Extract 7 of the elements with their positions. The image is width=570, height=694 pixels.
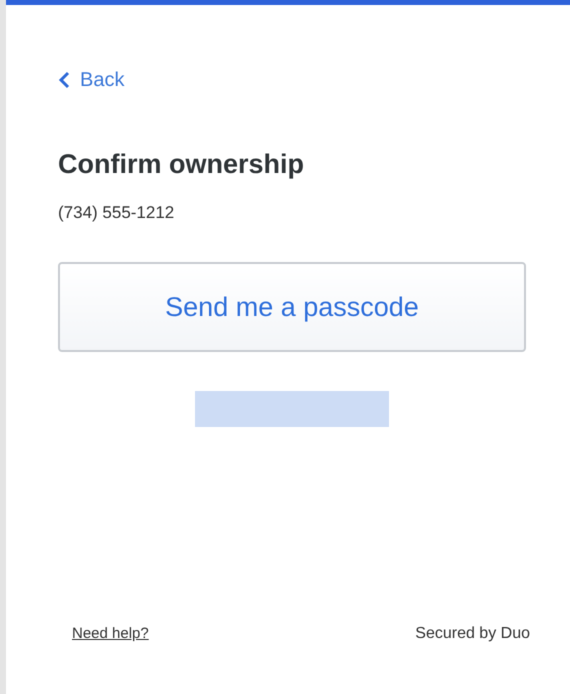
heading: Confirm ownership <box>58 148 306 180</box>
secured-by-text: Secured by Duo <box>415 624 530 644</box>
send-button[interactable]: Send me a passcode <box>58 262 526 352</box>
back-link[interactable]: Back <box>58 68 530 92</box>
chevron-left-icon <box>58 71 70 89</box>
help-link[interactable]: Need help? <box>72 622 149 646</box>
phone-number: (734) 555-1212 <box>58 202 176 224</box>
